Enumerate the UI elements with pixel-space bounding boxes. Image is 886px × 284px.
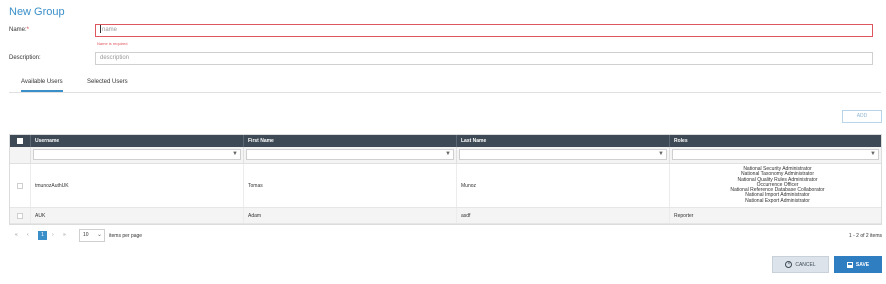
description-input[interactable]: description [95, 52, 873, 65]
next-page-icon[interactable]: › [52, 232, 54, 238]
cell-first-name: Adam [244, 208, 457, 223]
row-checkbox[interactable] [17, 212, 23, 219]
cell-username: tmunozAuthUK [31, 164, 244, 207]
prev-page-icon[interactable]: ‹ [27, 232, 29, 238]
save-button[interactable]: SAVE [834, 256, 882, 273]
column-last-name[interactable]: Last Name [457, 135, 670, 147]
description-placeholder: description [100, 55, 130, 61]
filter-icon[interactable]: ▼ [232, 151, 238, 157]
last-name-filter-input[interactable]: ▼ [459, 149, 667, 160]
save-disk-icon [846, 261, 853, 268]
filter-icon[interactable]: ▼ [658, 151, 664, 157]
first-page-icon[interactable]: « [15, 232, 18, 238]
item-count: 1 - 2 of 2 items [848, 233, 882, 239]
filter-cell-first-name: ▼ [244, 147, 457, 163]
filter-icon[interactable]: ▼ [870, 151, 876, 157]
save-label: SAVE [855, 261, 870, 268]
tab-available-users[interactable]: Available Users [21, 79, 63, 92]
filter-spacer [10, 147, 31, 163]
cell-roles: National Security Administrator National… [670, 164, 881, 207]
page-size-value: 10 [83, 232, 89, 238]
row-checkbox-cell [10, 164, 31, 207]
name-placeholder: name [102, 27, 118, 33]
filter-icon[interactable]: ▼ [445, 151, 451, 157]
text-cursor [100, 25, 101, 34]
tab-selected-users[interactable]: Selected Users [87, 79, 128, 90]
select-all-cell [10, 135, 31, 147]
name-error-message: Name is required [97, 41, 128, 46]
name-label: Name:* [9, 27, 30, 33]
cell-first-name: Tomas [244, 164, 457, 207]
column-roles[interactable]: Roles [670, 135, 881, 147]
role-item: National Export Administrator [745, 197, 810, 204]
cell-last-name: asdf [457, 208, 670, 223]
cell-username: AUK [31, 208, 244, 223]
filter-row: ▼ ▼ ▼ ▼ [10, 147, 881, 164]
cell-last-name: Munoz [457, 164, 670, 207]
close-circle-icon: × [785, 261, 793, 268]
filter-cell-roles: ▼ [670, 147, 881, 163]
row-checkbox-cell [10, 208, 31, 223]
description-label: Description: [9, 55, 41, 61]
name-input[interactable]: name [95, 24, 873, 37]
roles-filter-input[interactable]: ▼ [672, 149, 879, 160]
table-row[interactable]: tmunozAuthUK Tomas Munoz National Securi… [10, 164, 881, 208]
last-page-icon[interactable]: » [63, 232, 66, 238]
page-title: New Group [9, 6, 65, 18]
pager: « ‹ 1 › » 10 ⌄ items per page 1 - 2 of 2 … [9, 229, 882, 243]
table-row[interactable]: AUK Adam asdf Reporter [10, 208, 881, 224]
tab-bar: Available Users Selected Users [9, 75, 881, 93]
first-name-filter-input[interactable]: ▼ [246, 149, 454, 160]
grid-header: Username First Name Last Name Roles [10, 135, 881, 147]
filter-cell-username: ▼ [31, 147, 244, 163]
users-grid: Username First Name Last Name Roles ▼ ▼ … [9, 134, 882, 225]
column-first-name[interactable]: First Name [244, 135, 457, 147]
page-number-current[interactable]: 1 [38, 231, 47, 240]
username-filter-input[interactable]: ▼ [33, 149, 241, 160]
items-per-page-label: items per page [109, 233, 143, 239]
column-username[interactable]: Username [31, 135, 244, 147]
cancel-button[interactable]: × CANCEL [772, 256, 829, 273]
filter-cell-last-name: ▼ [457, 147, 670, 163]
cell-roles: Reporter [674, 212, 694, 219]
select-all-checkbox[interactable] [17, 138, 23, 144]
chevron-down-icon: ⌄ [96, 232, 102, 238]
add-button[interactable]: ADD [842, 110, 882, 123]
page-size-select[interactable]: 10 ⌄ [79, 229, 105, 242]
cancel-label: CANCEL [795, 261, 816, 268]
row-checkbox[interactable] [17, 182, 23, 189]
